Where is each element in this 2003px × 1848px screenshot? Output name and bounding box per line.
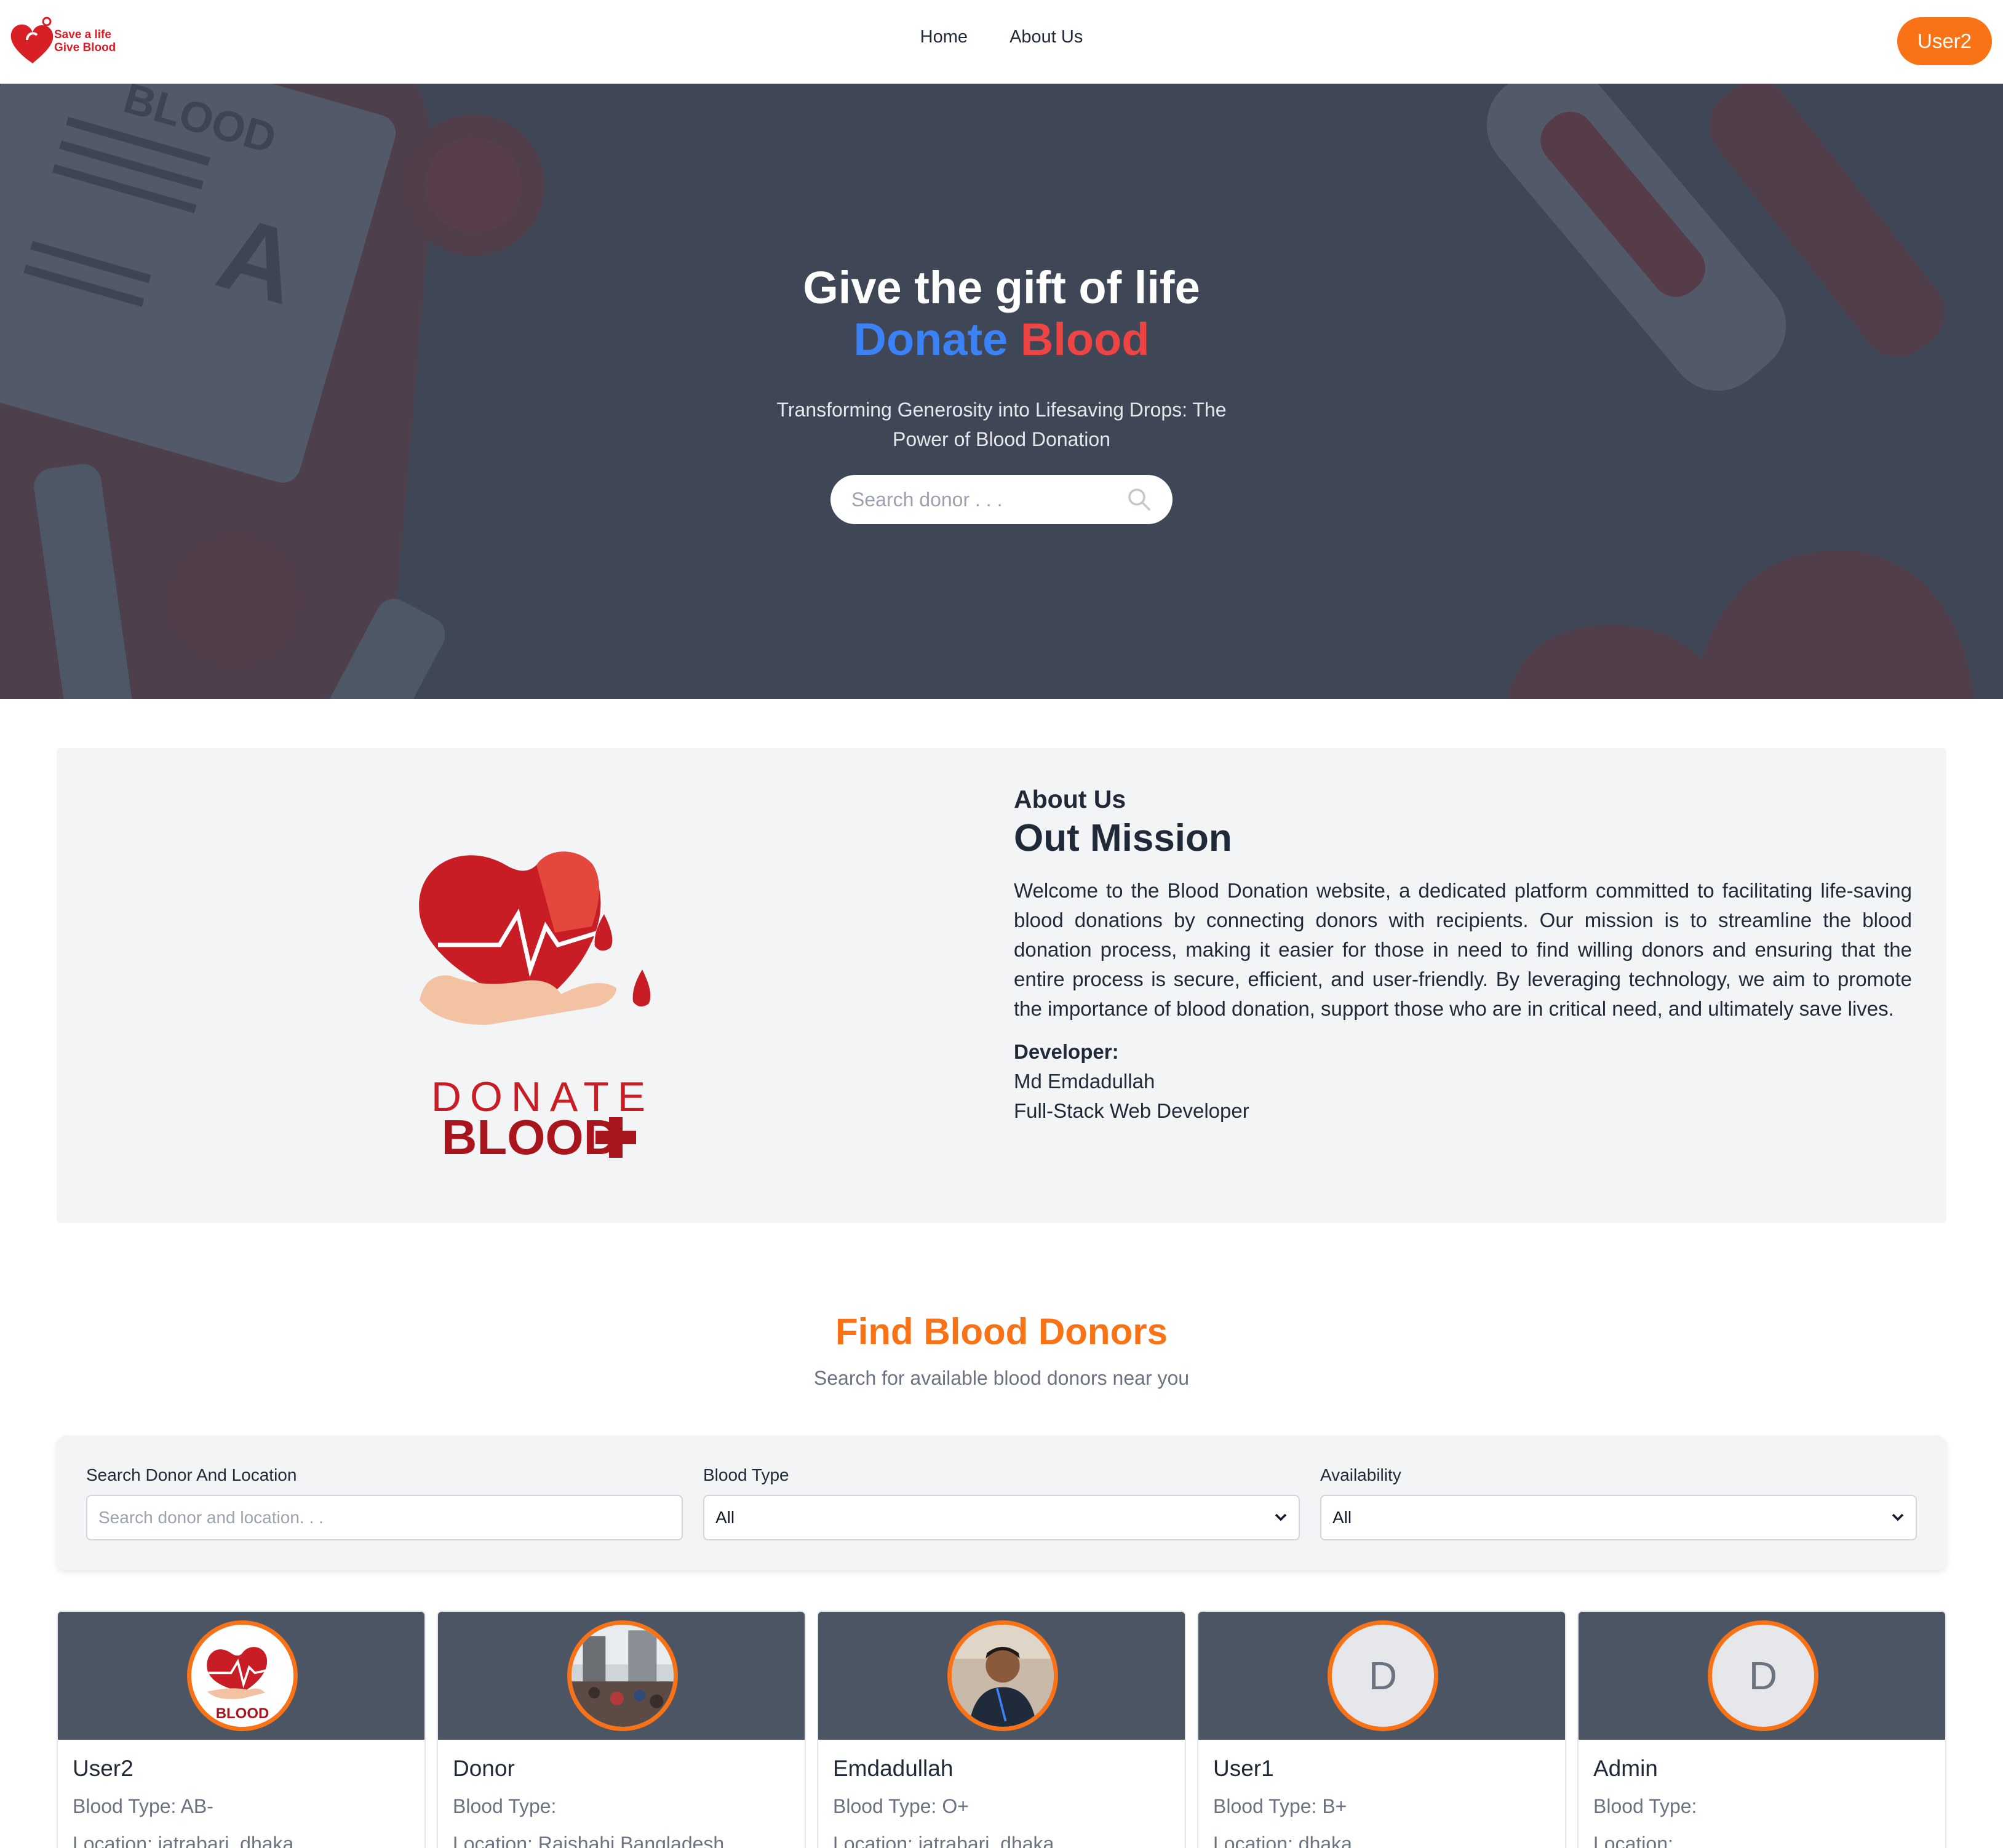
donor-location: Location: dhaka <box>1213 1833 1352 1848</box>
donor-location: Location: jatrabari, dhaka <box>73 1833 294 1848</box>
donor-card-body: User2 Blood Type: AB- Location: jatrabar… <box>58 1740 424 1848</box>
find-donors-title: Find Blood Donors <box>835 1311 1168 1352</box>
donor-blood-type: Blood Type: <box>453 1795 557 1817</box>
about-eyebrow: About Us <box>1014 785 1126 813</box>
donor-card-header <box>818 1612 1185 1740</box>
donor-location: Location: <box>1593 1833 1673 1848</box>
nav-link-home[interactable]: Home <box>920 27 968 47</box>
donate-blood-logo: DONATE BLOOD <box>419 851 651 1160</box>
donor-blood-type: Blood Type: AB- <box>73 1795 213 1817</box>
donor-card-body: Emdadullah Blood Type: O+ Location: jatr… <box>818 1740 1185 1848</box>
donor-filter-panel: Search Donor And Location Blood Type All… <box>57 1436 1946 1570</box>
nav-links: Home About Us <box>0 27 2003 47</box>
nav-link-about-us[interactable]: About Us <box>1009 27 1083 47</box>
hero-search-input[interactable] <box>851 486 1110 513</box>
developer-name: Md Emdadullah <box>1014 1070 1155 1093</box>
donor-card-header <box>438 1612 805 1740</box>
hero-subtitle: Transforming Generosity into Lifesaving … <box>776 399 1227 450</box>
user-menu-button[interactable]: User2 <box>1897 17 1992 65</box>
about-text-block: About Us Out Mission Welcome to the Bloo… <box>1014 785 1912 1126</box>
donor-card-body: Admin Blood Type: Location: <box>1579 1740 1945 1848</box>
developer-label: Developer: <box>1014 1040 1119 1063</box>
search-filter: Search Donor And Location <box>86 1465 683 1540</box>
about-title: Out Mission <box>1014 817 1232 859</box>
donor-card-body: Donor Blood Type: Location: Rajshahi,Ban… <box>438 1740 805 1848</box>
search-icon[interactable] <box>1127 487 1152 512</box>
donor-card-header: D <box>1198 1612 1565 1740</box>
avatar: BLOOD <box>187 1620 298 1731</box>
donor-name: User2 <box>73 1756 133 1781</box>
donor-card-grid: BLOOD User2 Blood Type: AB- Location: ja… <box>57 1611 1946 1848</box>
about-section: DONATE BLOOD About Us Out Mission Welcom… <box>57 748 1946 1223</box>
avatar <box>947 1620 1058 1731</box>
avatar <box>567 1620 678 1731</box>
availability-filter: Availability All <box>1320 1465 1917 1540</box>
availability-select[interactable]: All <box>1320 1495 1917 1540</box>
donor-card-header: D <box>1579 1612 1945 1740</box>
donor-location: Location: jatrabari, dhaka <box>833 1833 1054 1848</box>
search-filter-label: Search Donor And Location <box>86 1465 297 1484</box>
hero-banner: BLOOD A Give the gift of life Donate Blo… <box>0 84 2003 699</box>
street-photo-avatar <box>571 1625 674 1727</box>
donor-blood-type: Blood Type: B+ <box>1213 1795 1347 1817</box>
avatar-initial: D <box>1368 1654 1398 1698</box>
navbar: Save a life Give Blood Home About Us Use… <box>0 0 2003 84</box>
blood-type-selected-value: All <box>715 1508 735 1527</box>
donor-name: Emdadullah <box>833 1756 954 1781</box>
avatar-initial: D <box>1748 1654 1778 1698</box>
logo-blood-text: BLOOD <box>442 1110 619 1160</box>
donor-card[interactable]: BLOOD User2 Blood Type: AB- Location: ja… <box>57 1611 426 1848</box>
hero-content: Give the gift of life Donate Blood Trans… <box>0 262 2003 524</box>
availability-label: Availability <box>1320 1465 1401 1484</box>
avatar: D <box>1708 1620 1818 1731</box>
donor-card-body: User1 Blood Type: B+ Location: dhaka <box>1198 1740 1565 1848</box>
blood-type-label: Blood Type <box>703 1465 789 1484</box>
svg-text:BLOOD: BLOOD <box>216 1705 269 1722</box>
donor-name: User1 <box>1213 1756 1274 1781</box>
donor-card[interactable]: Emdadullah Blood Type: O+ Location: jatr… <box>817 1611 1186 1848</box>
donor-name: Donor <box>453 1756 515 1781</box>
donor-card[interactable]: D Admin Blood Type: Location: <box>1577 1611 1946 1848</box>
hero-title-blood: Blood <box>1020 314 1150 365</box>
donor-blood-type: Blood Type: O+ <box>833 1795 969 1817</box>
donate-blood-logo-avatar: BLOOD <box>191 1625 293 1727</box>
donor-name: Admin <box>1593 1756 1658 1781</box>
donor-card[interactable]: Donor Blood Type: Location: Rajshahi,Ban… <box>437 1611 806 1848</box>
donor-card-header: BLOOD <box>58 1612 424 1740</box>
hero-title-donate: Donate <box>853 314 1008 365</box>
person-photo-avatar <box>952 1625 1054 1727</box>
chevron-down-icon <box>1275 1513 1287 1521</box>
donor-location-search-input[interactable] <box>86 1495 683 1540</box>
availability-selected-value: All <box>1332 1508 1352 1527</box>
blood-type-filter: Blood Type All <box>703 1465 1300 1540</box>
hero-title: Give the gift of life <box>803 262 1200 313</box>
developer-role: Full-Stack Web Developer <box>1014 1099 1249 1122</box>
hero-title-accent: Donate Blood <box>0 314 2003 365</box>
donor-card[interactable]: D User1 Blood Type: B+ Location: dhaka <box>1197 1611 1566 1848</box>
chevron-down-icon <box>1892 1513 1904 1521</box>
about-paragraph: Welcome to the Blood Donation website, a… <box>1014 879 1912 1020</box>
blood-type-select[interactable]: All <box>703 1495 1300 1540</box>
avatar: D <box>1328 1620 1438 1731</box>
hero-search-box <box>830 475 1173 524</box>
donor-location: Location: Rajshahi,Bangladesh <box>453 1833 725 1848</box>
donor-blood-type: Blood Type: <box>1593 1795 1697 1817</box>
find-donors-subtitle: Search for available blood donors near y… <box>813 1367 1190 1389</box>
